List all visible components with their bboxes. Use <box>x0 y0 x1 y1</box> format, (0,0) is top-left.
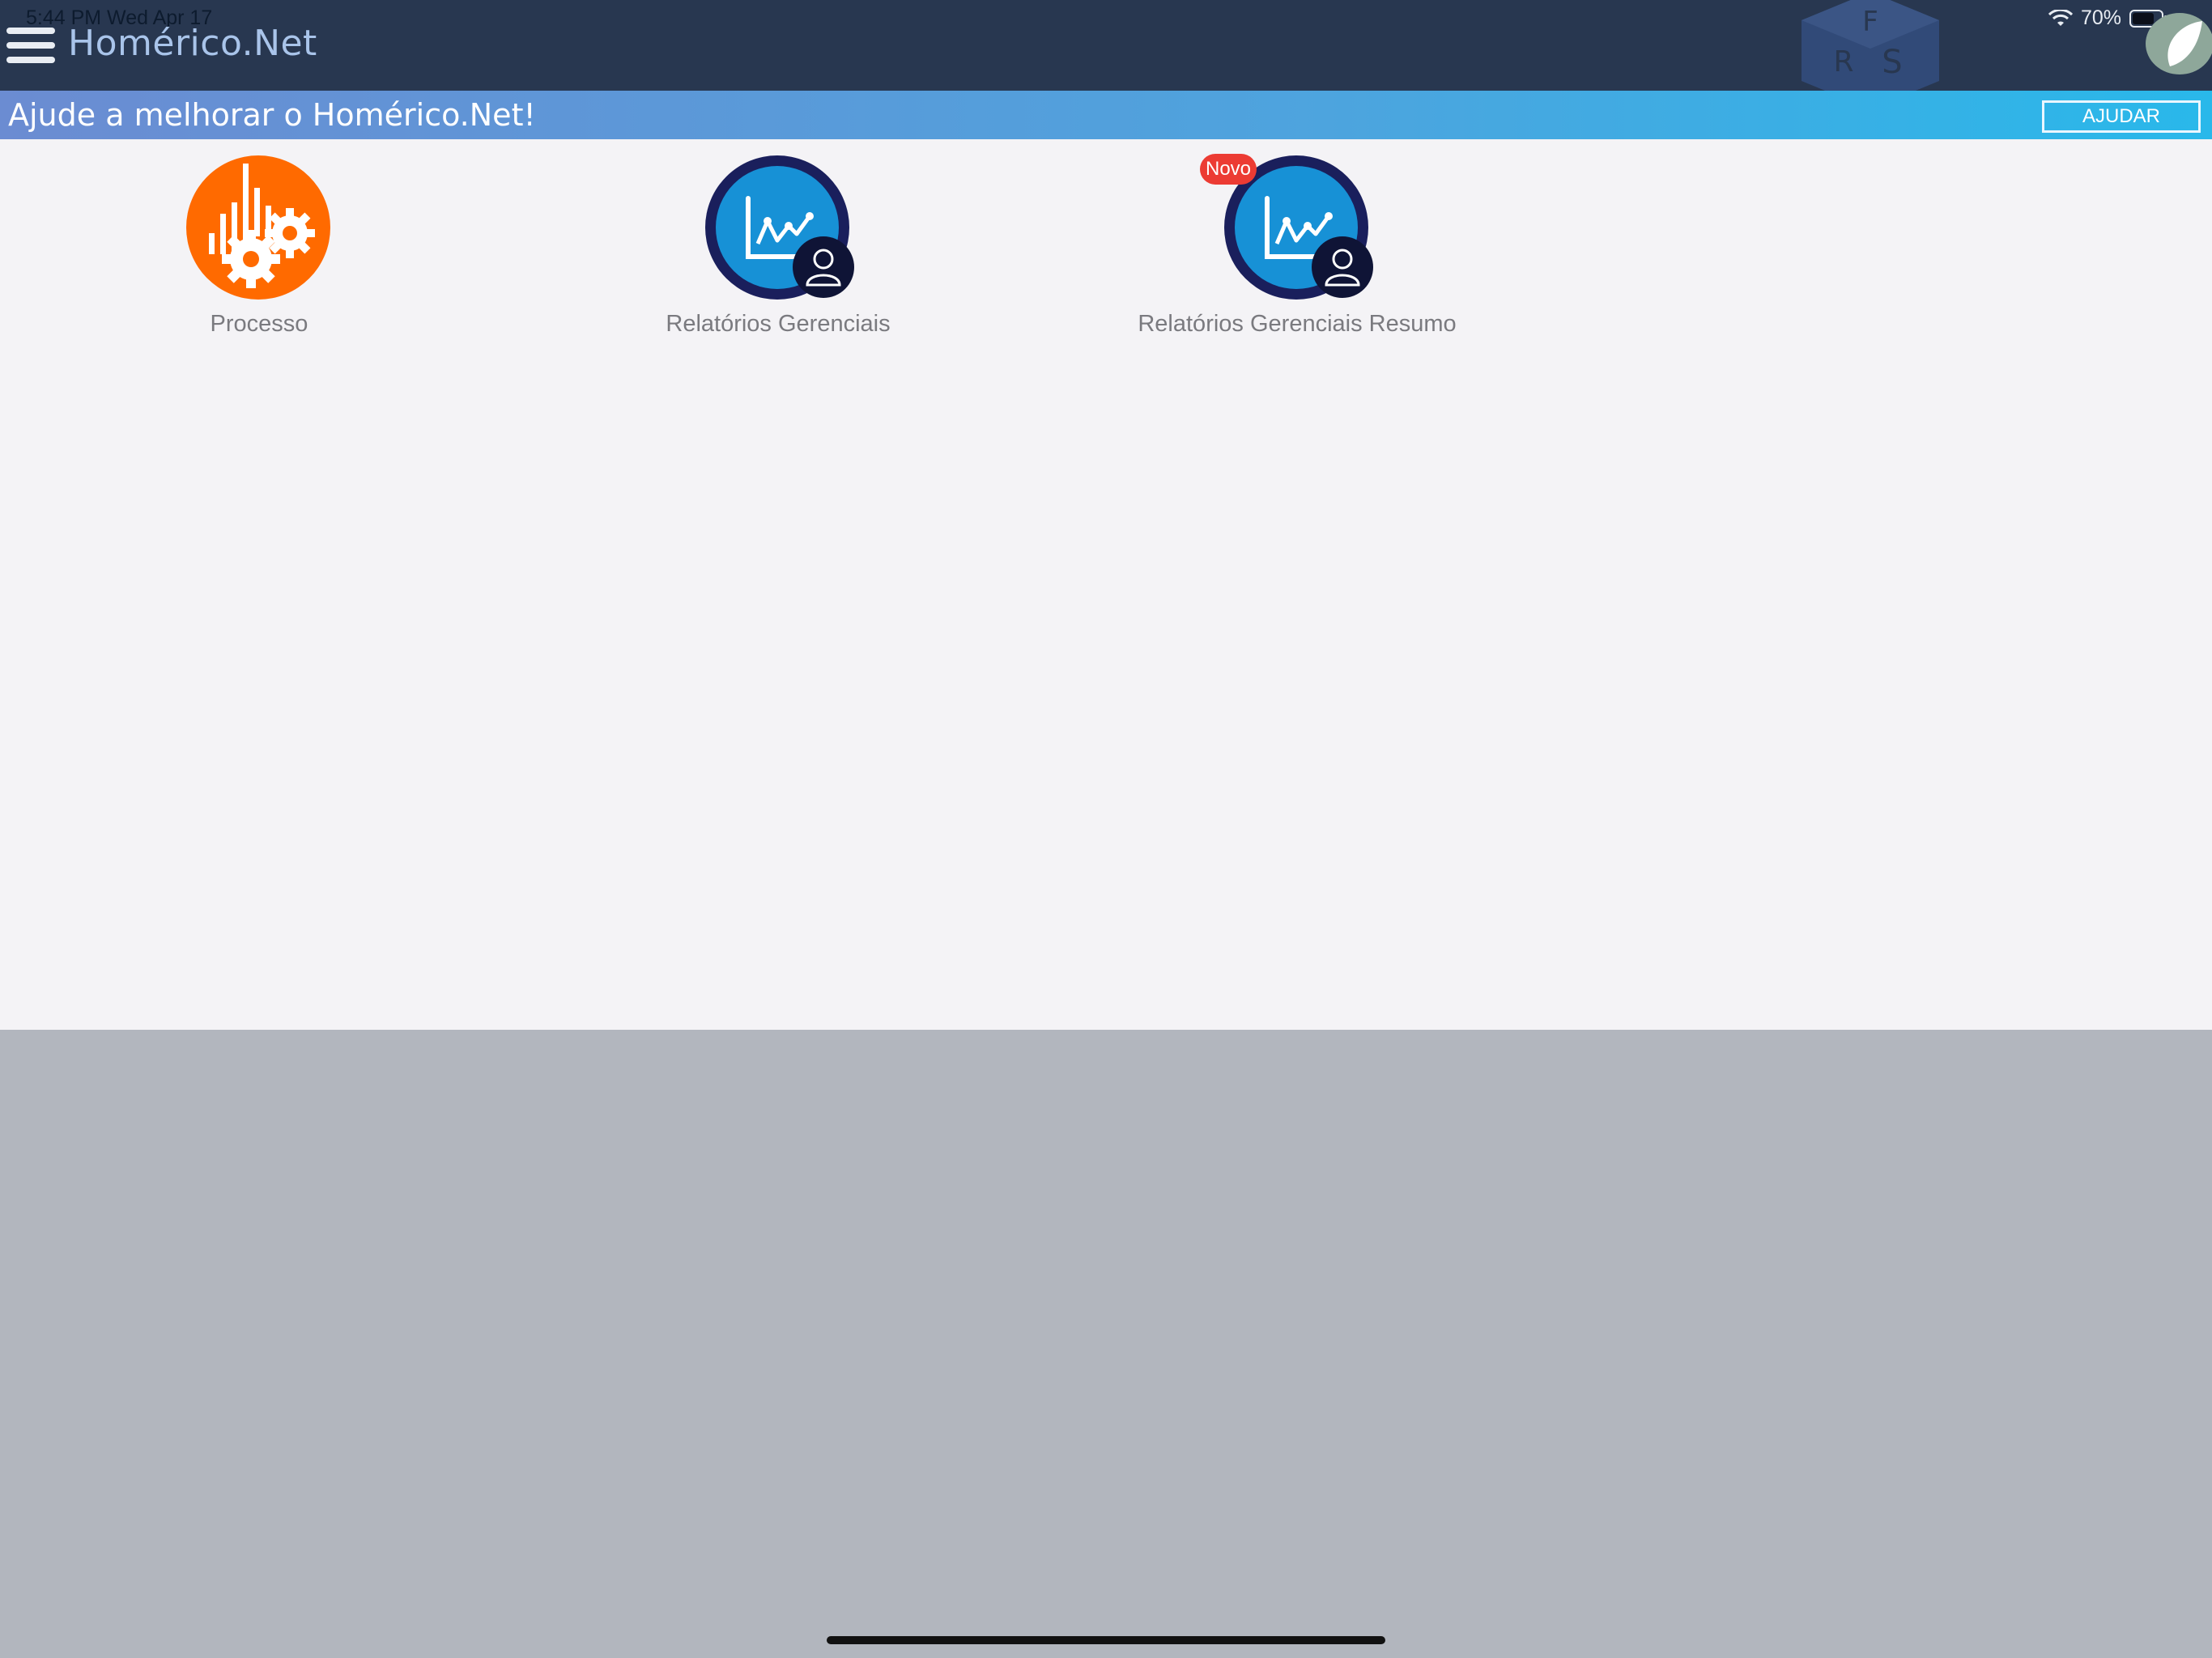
module-label: Relatórios Gerenciais Resumo <box>1138 311 1457 337</box>
module-label: Processo <box>210 311 308 337</box>
app-title: Homérico.Net <box>68 23 317 64</box>
help-button[interactable]: AJUDAR <box>2042 100 2201 133</box>
reports-chart-user-icon <box>705 155 854 300</box>
banner-text: Ajude a melhorar o Homérico.Net! <box>8 97 536 133</box>
process-gears-icon <box>186 155 330 300</box>
modules-grid: Processo Relatórios Gerenciais Relatório… <box>0 139 2212 1030</box>
new-badge: Novo <box>1200 154 1257 185</box>
user-avatar[interactable] <box>2146 13 2212 74</box>
frs-logo: F R S <box>1802 0 1939 91</box>
module-relatorios-gerenciais-resumo[interactable]: Relatórios Gerenciais Resumo <box>1103 155 1491 337</box>
hamburger-menu-icon[interactable] <box>6 28 55 63</box>
home-indicator[interactable] <box>827 1636 1385 1644</box>
wifi-icon <box>2048 9 2073 26</box>
logo-letter-f: F <box>1862 6 1878 38</box>
feedback-banner: Ajude a melhorar o Homérico.Net! AJUDAR <box>0 91 2212 139</box>
user-icon <box>1312 236 1373 298</box>
logo-letter-s: S <box>1882 44 1902 81</box>
module-processo[interactable]: Processo <box>65 155 453 337</box>
module-relatorios-gerenciais[interactable]: Relatórios Gerenciais <box>584 155 972 337</box>
avatar-leaf-icon <box>2167 21 2202 66</box>
battery-percentage: 70% <box>2080 6 2121 29</box>
module-label: Relatórios Gerenciais <box>666 311 891 337</box>
top-app-bar: 5:44 PM Wed Apr 17 Homérico.Net F R S 70… <box>0 0 2212 91</box>
user-icon <box>793 236 854 298</box>
logo-letter-r: R <box>1833 45 1853 79</box>
